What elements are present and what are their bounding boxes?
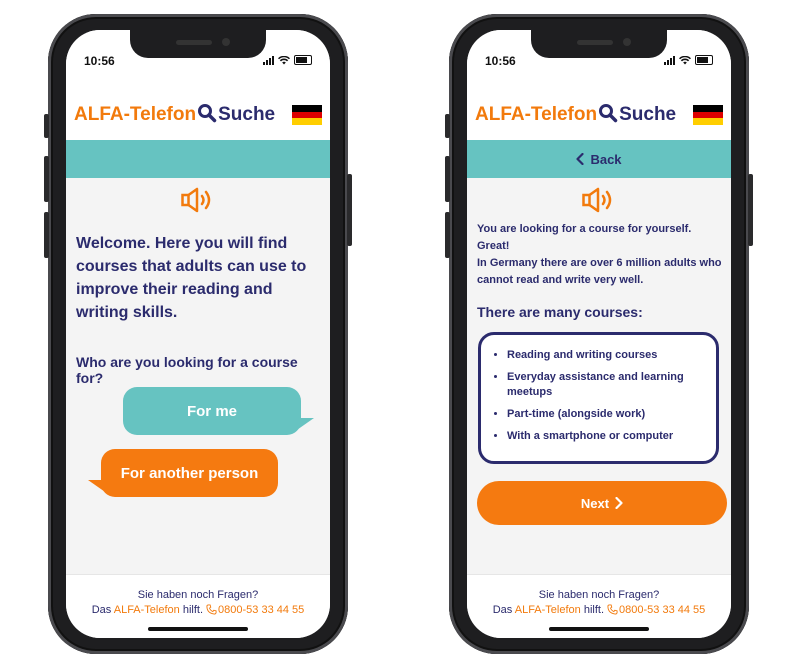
mute-switch [445, 114, 450, 138]
battery-icon [294, 55, 312, 65]
welcome-text: Welcome. Here you will find courses that… [76, 235, 307, 321]
footer-contact: Das ALFA-Telefon hilft. 0800-53 33 44 55 [66, 604, 330, 616]
app-logo[interactable]: ALFA-Telefon Suche [475, 103, 676, 126]
status-time: 10:56 [84, 54, 115, 68]
power-button [347, 174, 352, 246]
logo-text-suche: Suche [218, 104, 276, 125]
signal-icon [263, 55, 274, 65]
footer-contact: Das ALFA-Telefon hilft. 0800-53 33 44 55 [467, 604, 731, 616]
back-button[interactable]: Back [467, 140, 731, 178]
back-bar: Back [467, 140, 731, 178]
phone-icon [607, 604, 618, 615]
speaker-icon[interactable] [582, 187, 616, 213]
battery-icon [695, 55, 713, 65]
chevron-right-icon [615, 497, 623, 509]
logo-text-alfa: ALFA-Telefon [475, 104, 598, 125]
for-me-label: For me [186, 402, 237, 420]
phone-icon [206, 604, 217, 615]
power-button [748, 174, 753, 246]
logo-text-suche: Suche [619, 104, 677, 125]
course-item: Reading and writing courses [507, 348, 706, 363]
chevron-left-icon [576, 153, 585, 165]
wifi-icon [679, 55, 691, 64]
phone-right: 10:56 ALFA-Telefon Suche Back You are lo… [445, 14, 753, 654]
course-list: Reading and writing courses Everyday ass… [481, 335, 716, 444]
speaker-icon[interactable] [181, 187, 215, 213]
signal-icon [664, 55, 675, 65]
info-line: Great! [477, 240, 510, 252]
course-item: With a smartphone or computer [507, 429, 706, 444]
search-icon [599, 104, 618, 123]
bubble-tail [88, 480, 108, 494]
screen-courses: 10:56 ALFA-Telefon Suche Back You are lo… [467, 30, 731, 638]
status-time: 10:56 [485, 54, 516, 68]
teal-banner [66, 140, 330, 178]
info-line: You are looking for a course for yoursel… [477, 223, 692, 235]
course-item: Everyday assistance and learning meetups [507, 370, 706, 400]
footer-prefix: Das [492, 604, 513, 616]
status-bar: 10:56 [66, 30, 330, 88]
footer-brand-link[interactable]: ALFA-Telefon [515, 604, 581, 616]
volume-down-button [445, 212, 450, 258]
next-label: Next [580, 495, 610, 511]
for-me-button[interactable]: For me [123, 387, 301, 435]
bubble-tail [294, 418, 314, 432]
home-indicator[interactable] [148, 627, 248, 631]
search-icon [198, 104, 217, 123]
wifi-icon [278, 55, 290, 64]
courses-title: There are many courses: [477, 304, 643, 320]
footer-phone-link[interactable]: 0800-53 33 44 55 [218, 604, 304, 616]
footer-question: Sie haben noch Fragen? [137, 589, 259, 601]
footer-question: Sie haben noch Fragen? [538, 589, 660, 601]
status-icons [263, 55, 312, 65]
footer-prefix: Das [91, 604, 112, 616]
phone-left: 10:56 ALFA-Telefon Suche Welcome. Here yo… [44, 14, 352, 654]
german-flag-icon[interactable] [292, 105, 322, 125]
info-line: In Germany there are over 6 million adul… [477, 257, 722, 286]
mute-switch [44, 114, 49, 138]
notch [130, 30, 266, 58]
course-list-box: Reading and writing courses Everyday ass… [478, 332, 719, 464]
footer-suffix: hilft. [182, 604, 204, 616]
footer-phone-link[interactable]: 0800-53 33 44 55 [619, 604, 705, 616]
info-text: You are looking for a course for yoursel… [477, 221, 723, 289]
footer-suffix: hilft. [583, 604, 605, 616]
question-text: Who are you looking for a course for? [76, 354, 298, 386]
status-icons [664, 55, 713, 65]
german-flag-icon[interactable] [693, 105, 723, 125]
footer-brand-link[interactable]: ALFA-Telefon [114, 604, 180, 616]
for-another-person-label: For another person [120, 464, 259, 482]
logo-text-alfa: ALFA-Telefon [74, 104, 197, 125]
volume-up-button [44, 156, 49, 202]
app-header: ALFA-Telefon Suche [66, 88, 330, 140]
app-logo[interactable]: ALFA-Telefon Suche [74, 103, 275, 126]
next-button[interactable]: Next [477, 481, 727, 525]
course-item: Part-time (alongside work) [507, 407, 706, 422]
status-bar: 10:56 [467, 30, 731, 88]
back-label: Back [590, 151, 622, 167]
home-indicator[interactable] [549, 627, 649, 631]
volume-up-button [445, 156, 450, 202]
app-header: ALFA-Telefon Suche [467, 88, 731, 140]
volume-down-button [44, 212, 49, 258]
for-another-person-button[interactable]: For another person [101, 449, 278, 497]
screen-welcome: 10:56 ALFA-Telefon Suche Welcome. Here yo… [66, 30, 330, 638]
notch [531, 30, 667, 58]
